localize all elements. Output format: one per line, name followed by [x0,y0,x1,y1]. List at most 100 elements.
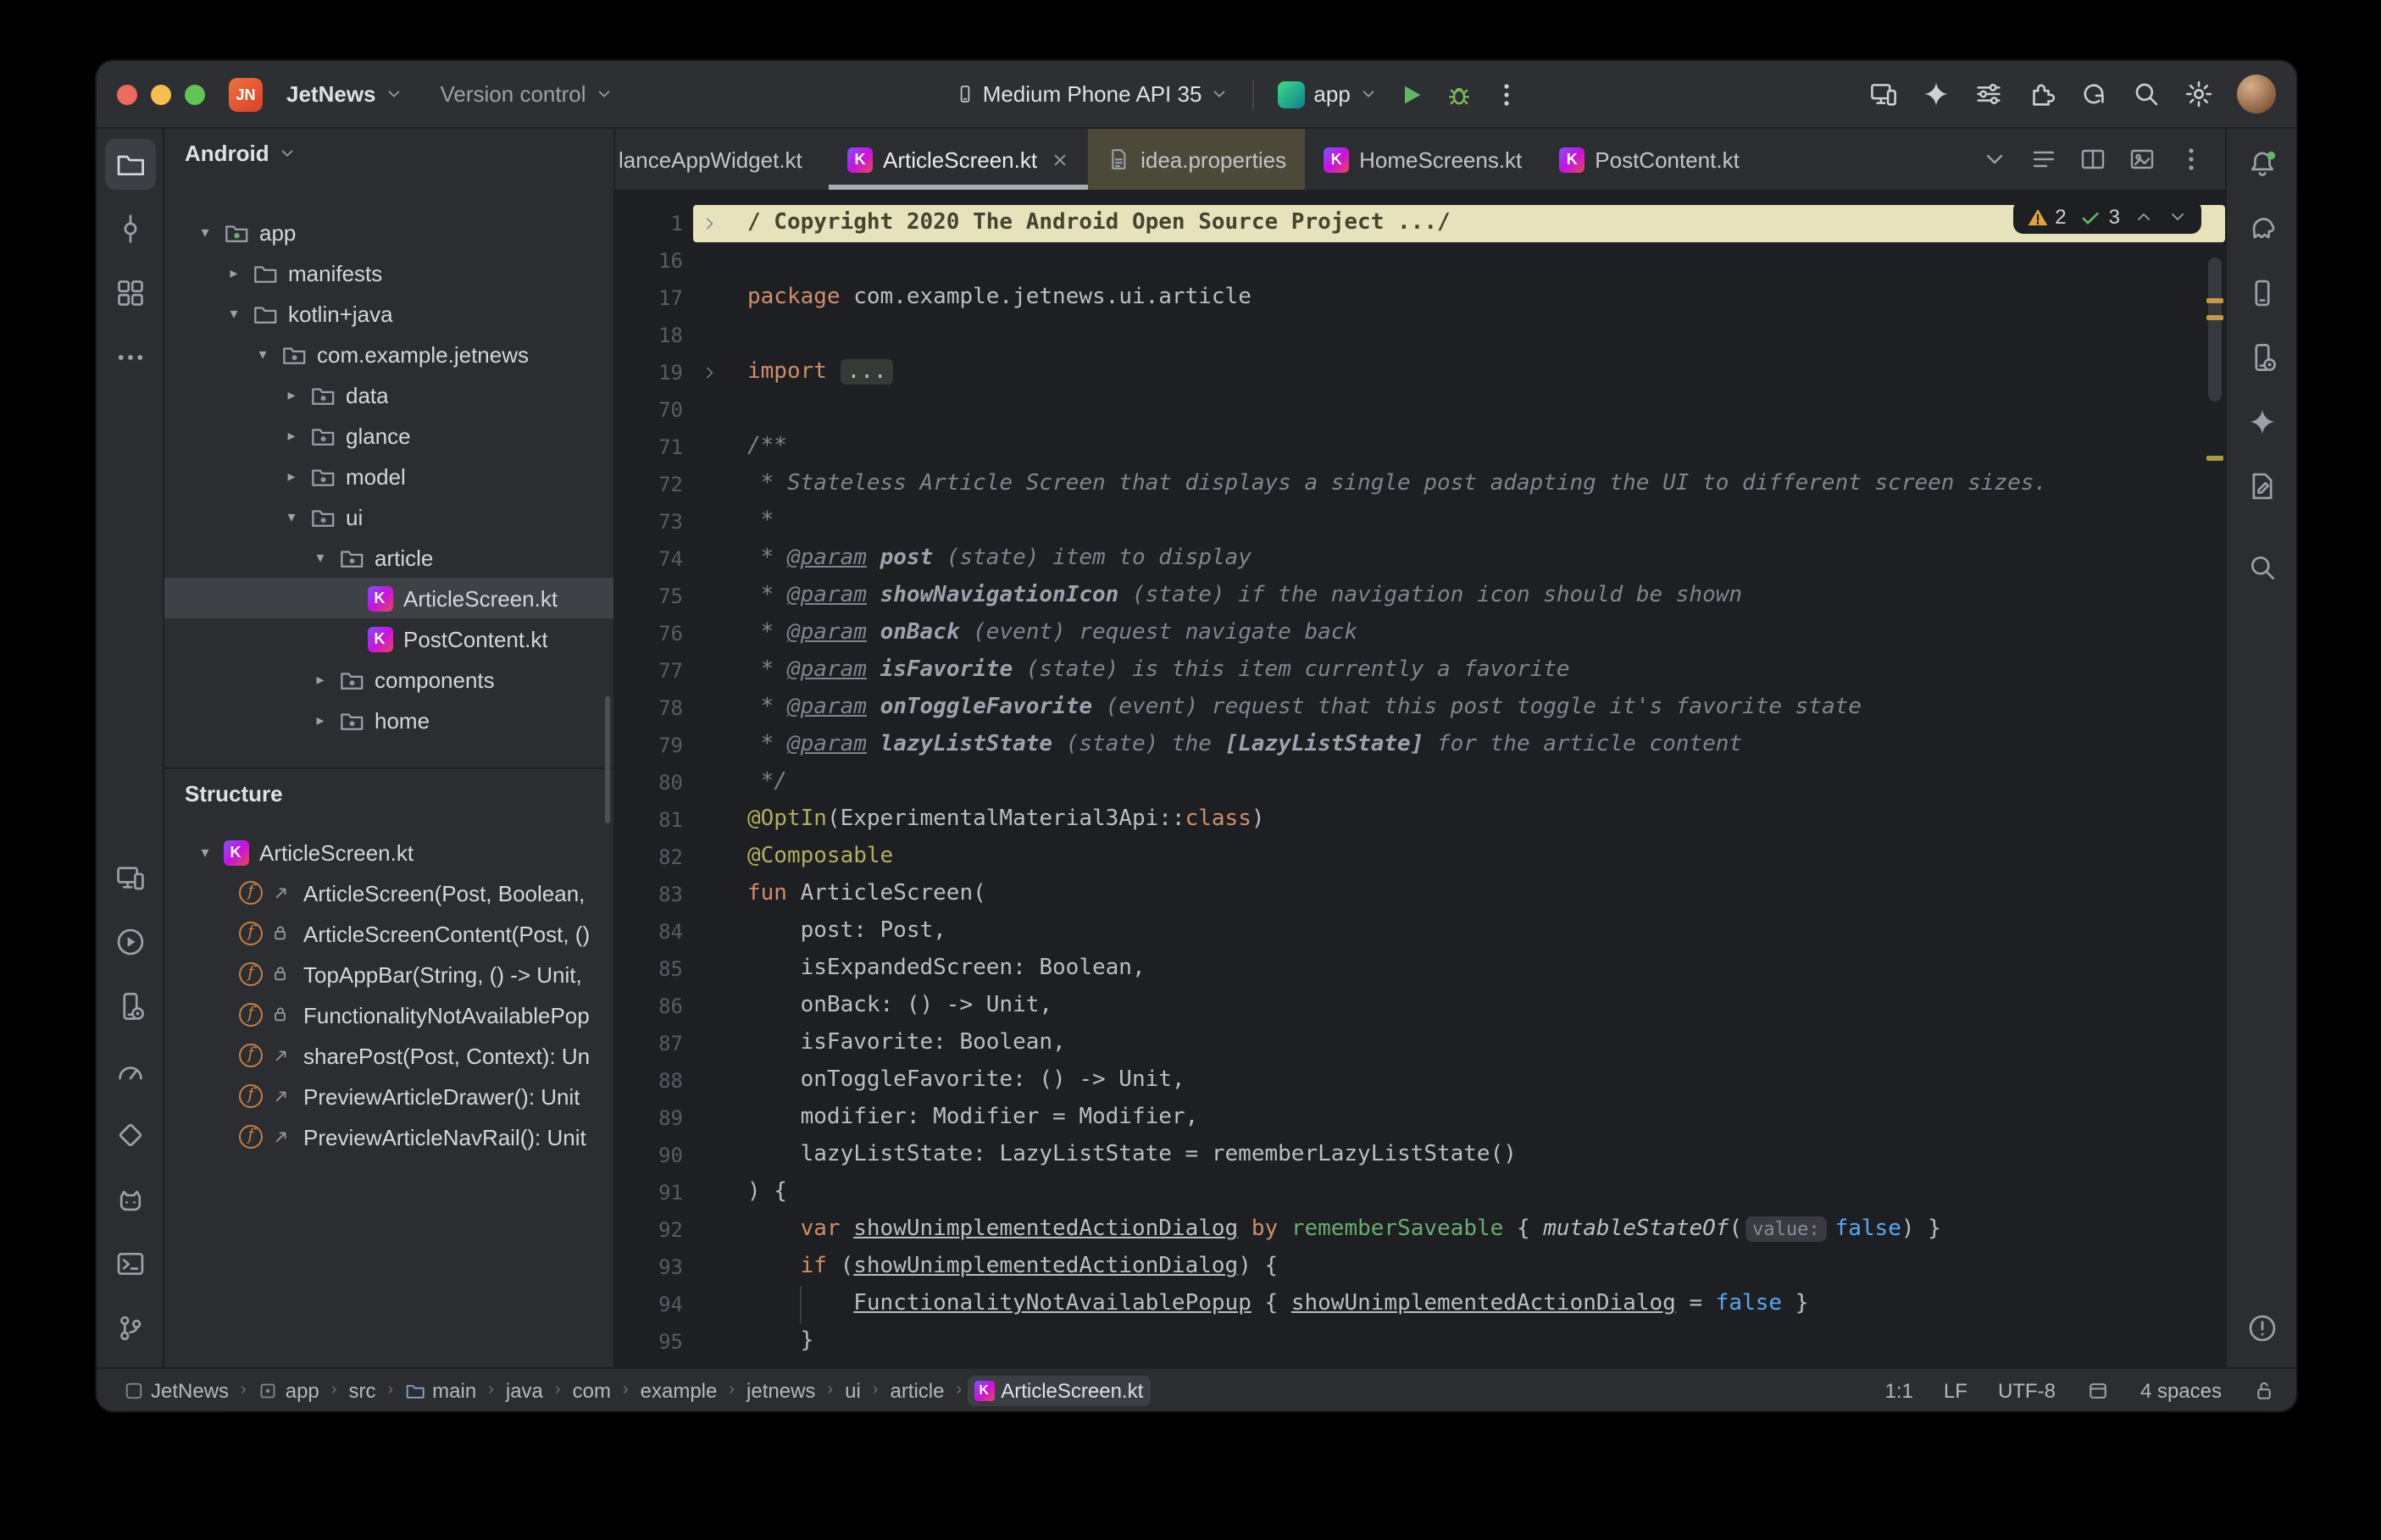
tree-chevron-icon[interactable]: ▸ [278,426,305,445]
line-number[interactable]: 85 [615,950,683,988]
line-number[interactable]: 16 [615,242,683,280]
project-widget[interactable]: JetNews [276,76,413,112]
editor-tab-HomeScreens.kt[interactable]: K HomeScreens.kt [1305,129,1540,190]
problems-icon[interactable] [2236,1303,2287,1354]
logcat-icon[interactable] [104,1174,155,1225]
profiler-icon[interactable] [104,1045,155,1096]
tree-item-ArticleScreen.kt[interactable]: K ArticleScreen.kt [164,578,613,618]
line-number[interactable]: 80 [615,764,683,801]
editor-tab-ArticleScreen.kt[interactable]: K ArticleScreen.kt [829,129,1089,190]
gemini-icon[interactable] [1922,80,1951,108]
line-number[interactable]: 76 [615,615,683,652]
design-view-icon[interactable] [2128,146,2156,173]
structure-panel-header[interactable]: Structure [164,769,613,817]
code-line-88[interactable]: 88 onToggleFavorite: () -> Unit, [615,1062,2225,1100]
device-mirroring-icon[interactable] [1869,80,1898,108]
structure-item[interactable]: f TopAppBar(String, () -> Unit, [164,954,613,994]
line-number[interactable]: 94 [615,1286,683,1323]
structure-root-ArticleScreen.kt[interactable]: ▾ K ArticleScreen.kt [164,832,613,872]
warning-stripe-mark[interactable] [2206,298,2223,303]
tree-chevron-icon[interactable]: ▸ [307,670,334,689]
resource-manager-icon[interactable] [104,268,155,319]
line-number[interactable]: 75 [615,578,683,615]
code-line-78[interactable]: 78 * @param onToggleFavorite (event) req… [615,690,2225,727]
zoom-window-button[interactable] [185,84,205,104]
line-number[interactable]: 19 [615,354,683,391]
chevron-down-icon[interactable] [1981,146,2008,173]
tree-item-kotlin+java[interactable]: ▾ kotlin+java [164,293,613,334]
code-line-87[interactable]: 87 isFavorite: Boolean, [615,1025,2225,1062]
breadcrumb-com[interactable]: com [566,1375,618,1405]
fold-arrow-icon[interactable] [697,354,724,391]
breadcrumb-JetNews[interactable]: JetNews [117,1375,236,1405]
code-line-82[interactable]: 82 @Composable [615,839,2225,876]
line-number[interactable]: 72 [615,466,683,503]
line-number[interactable]: 81 [615,801,683,839]
code-line-95[interactable]: 95 } [615,1323,2225,1360]
tree-item-com.example.jetnews[interactable]: ▾ com.example.jetnews [164,334,613,374]
code-line-17[interactable]: 17 package com.example.jetnews.ui.article [615,280,2225,317]
more-tools-icon[interactable] [104,332,155,383]
services-icon[interactable] [104,917,155,967]
line-number[interactable]: 71 [615,429,683,466]
code-line-79[interactable]: 79 * @param lazyListState (state) the [L… [615,727,2225,764]
line-number[interactable]: 83 [615,876,683,913]
tree-chevron-icon[interactable]: ▾ [307,548,334,567]
next-problem-button[interactable] [2167,207,2188,227]
structure-item[interactable]: f FunctionalityNotAvailablePop [164,994,613,1035]
notifications-icon[interactable] [2236,139,2287,190]
code-line-1[interactable]: 1 / Copyright 2020 The Android Open Sourc… [615,205,2225,242]
line-number[interactable]: 87 [615,1025,683,1062]
tree-item-manifests[interactable]: ▸ manifests [164,252,613,293]
tree-item-glance[interactable]: ▸ glance [164,415,613,456]
breadcrumb-ui[interactable]: ui [838,1375,868,1405]
tree-chevron-icon[interactable]: ▾ [191,223,219,241]
vcs-widget[interactable]: Version control [430,76,624,112]
run-configuration-selector[interactable]: app [1268,75,1387,113]
warning-stripe-mark[interactable] [2206,456,2223,461]
line-number[interactable]: 88 [615,1062,683,1100]
device-manager-icon[interactable] [104,981,155,1032]
tree-chevron-icon[interactable]: ▸ [278,467,305,485]
line-number[interactable]: 84 [615,913,683,950]
code-line-89[interactable]: 89 modifier: Modifier = Modifier, [615,1100,2225,1137]
project-view-selector[interactable]: Android [164,129,613,176]
structure-item[interactable]: f PreviewArticleDrawer(): Unit [164,1076,613,1116]
structure-item[interactable]: f ArticleScreen(Post, Boolean, [164,872,613,913]
app-quality-insights-icon[interactable] [2236,461,2287,512]
split-view-icon[interactable] [2079,146,2106,173]
code-line-72[interactable]: 72 * Stateless Article Screen that displ… [615,466,2225,503]
line-number[interactable]: 17 [615,280,683,317]
line-number[interactable]: 18 [615,317,683,354]
code-line-85[interactable]: 85 isExpandedScreen: Boolean, [615,950,2225,988]
structure-item[interactable]: f sharePost(Post, Context): Un [164,1035,613,1076]
plugins-icon[interactable] [2027,80,2056,108]
editor-tab-lanceAppWidget.kt[interactable]: lanceAppWidget.kt [615,129,829,190]
line-number[interactable]: 91 [615,1174,683,1211]
status-widget-icon[interactable] [2086,1378,2110,1402]
file-writable-lock-icon[interactable] [2252,1378,2276,1402]
code-line-74[interactable]: 74 * @param post (state) item to display [615,540,2225,578]
breadcrumb-ArticleScreen.kt[interactable]: K ArticleScreen.kt [967,1375,1151,1405]
line-number[interactable]: 78 [615,690,683,727]
debug-button[interactable] [1435,75,1483,113]
tree-item-app[interactable]: ▾ app [164,212,613,252]
tree-item-article[interactable]: ▾ article [164,537,613,578]
breadcrumb-app[interactable]: app [252,1375,326,1405]
breadcrumb-example[interactable]: example [634,1375,724,1405]
line-number[interactable]: 86 [615,988,683,1025]
line-separator-widget[interactable]: LF [1944,1378,1968,1402]
code-line-90[interactable]: 90 lazyListState: LazyListState = rememb… [615,1137,2225,1174]
code-line-76[interactable]: 76 * @param onBack (event) request navig… [615,615,2225,652]
line-number[interactable]: 95 [615,1323,683,1360]
gradle-icon[interactable] [2236,203,2287,254]
project-icon[interactable] [104,139,155,190]
line-number[interactable]: 73 [615,503,683,540]
editor-body[interactable]: 1 / Copyright 2020 The Android Open Sourc… [615,191,2225,1367]
line-number[interactable]: 77 [615,652,683,690]
code-line-75[interactable]: 75 * @param showNavigationIcon (state) i… [615,578,2225,615]
code-line-77[interactable]: 77 * @param isFavorite (state) is this i… [615,652,2225,690]
code-line-93[interactable]: 93 if (showUnimplementedActionDialog) { [615,1249,2225,1286]
build-variants-icon[interactable] [1974,80,2003,108]
code-line-70[interactable]: 70 [615,391,2225,429]
